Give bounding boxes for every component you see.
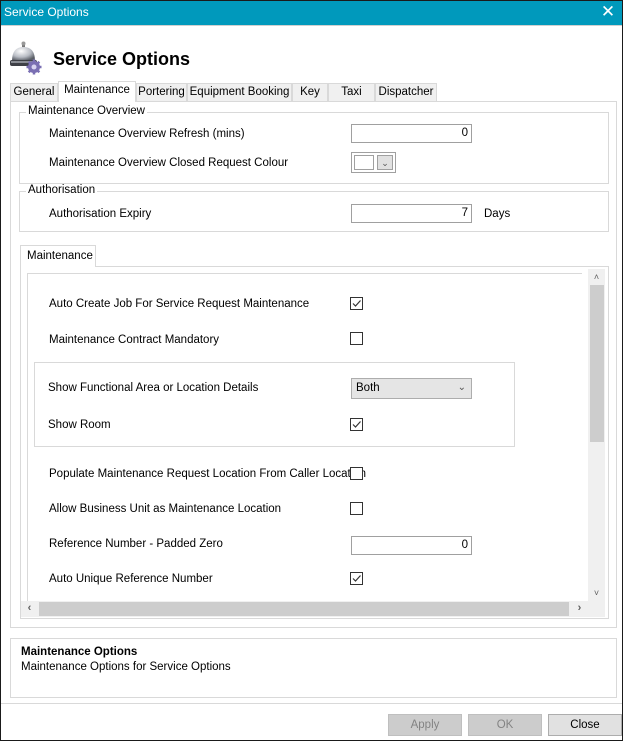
closed-request-colour-label: Maintenance Overview Closed Request Colo… bbox=[49, 157, 289, 169]
ref-padded-zero-input[interactable]: 0 bbox=[351, 536, 472, 555]
auto-create-job-label: Auto Create Job For Service Request Main… bbox=[49, 298, 310, 310]
show-functional-area-value: Both bbox=[356, 382, 380, 394]
close-icon[interactable]: ✕ bbox=[598, 2, 618, 22]
closed-request-colour-picker[interactable]: ⌄ bbox=[351, 152, 396, 173]
show-functional-area-select[interactable]: Both ⌄ bbox=[351, 378, 472, 399]
populate-location-checkbox[interactable] bbox=[350, 467, 363, 480]
scroll-left-icon[interactable]: ‹ bbox=[21, 601, 38, 617]
authorisation-expiry-label: Authorisation Expiry bbox=[49, 208, 152, 220]
contract-mandatory-label: Maintenance Contract Mandatory bbox=[49, 334, 220, 346]
title-separator bbox=[1, 25, 622, 26]
auto-unique-ref-label: Auto Unique Reference Number bbox=[49, 573, 213, 585]
show-room-label: Show Room bbox=[48, 419, 111, 431]
vertical-scrollbar[interactable]: ˄ ˅ bbox=[588, 269, 605, 601]
apply-button[interactable]: Apply bbox=[388, 714, 462, 736]
description-panel: Maintenance Options Maintenance Options … bbox=[10, 638, 617, 698]
maintenance-overview-legend: Maintenance Overview bbox=[26, 105, 147, 117]
chevron-down-icon: ⌄ bbox=[457, 382, 466, 393]
tab-maintenance[interactable]: Maintenance bbox=[58, 81, 136, 102]
service-options-dialog: Service Options ✕ Service Options Mainte… bbox=[0, 0, 623, 741]
horizontal-scrollbar[interactable]: ‹ › bbox=[21, 601, 588, 617]
allow-business-unit-label: Allow Business Unit as Maintenance Locat… bbox=[49, 503, 282, 515]
description-title: Maintenance Options bbox=[21, 646, 138, 658]
scroll-up-icon[interactable]: ˄ bbox=[588, 269, 605, 285]
show-room-checkbox[interactable] bbox=[350, 418, 363, 431]
checkmark-icon bbox=[352, 300, 361, 307]
page-title: Service Options bbox=[53, 49, 191, 69]
scroll-down-icon[interactable]: ˅ bbox=[588, 585, 605, 601]
colour-swatch bbox=[354, 155, 374, 170]
auto-unique-ref-checkbox[interactable] bbox=[350, 572, 363, 585]
title-bar: Service Options ✕ bbox=[1, 1, 622, 25]
maintenance-overview-group: Maintenance Overview bbox=[19, 105, 609, 184]
contract-mandatory-checkbox[interactable] bbox=[350, 332, 363, 345]
tab-portering[interactable]: Portering bbox=[136, 83, 187, 101]
authorisation-expiry-unit: Days bbox=[484, 208, 511, 220]
allow-business-unit-checkbox[interactable] bbox=[350, 502, 363, 515]
ok-button[interactable]: OK bbox=[468, 714, 542, 736]
window-title: Service Options bbox=[4, 5, 89, 19]
overview-refresh-label: Maintenance Overview Refresh (mins) bbox=[49, 128, 245, 140]
authorisation-expiry-input[interactable]: 7 bbox=[351, 204, 472, 223]
overview-refresh-input[interactable]: 0 bbox=[351, 124, 472, 143]
horizontal-scroll-thumb[interactable] bbox=[39, 602, 569, 616]
tab-general[interactable]: General bbox=[10, 83, 58, 101]
location-options-group bbox=[34, 362, 515, 447]
service-bell-gear-icon bbox=[9, 41, 43, 75]
tab-key[interactable]: Key bbox=[292, 83, 328, 101]
authorisation-legend: Authorisation bbox=[26, 184, 98, 196]
checkmark-icon bbox=[352, 575, 361, 582]
vertical-scroll-thumb[interactable] bbox=[590, 285, 604, 442]
subtab-maintenance[interactable]: Maintenance bbox=[20, 245, 96, 267]
show-functional-area-label: Show Functional Area or Location Details bbox=[48, 382, 259, 394]
auto-create-job-checkbox[interactable] bbox=[350, 297, 363, 310]
tab-equipment-booking[interactable]: Equipment Booking bbox=[187, 83, 292, 101]
description-text: Maintenance Options for Service Options bbox=[21, 661, 231, 673]
tab-taxi[interactable]: Taxi bbox=[328, 83, 375, 101]
populate-location-label: Populate Maintenance Request Location Fr… bbox=[49, 468, 367, 480]
checkmark-icon bbox=[352, 421, 361, 428]
chevron-down-icon[interactable]: ⌄ bbox=[377, 155, 393, 170]
footer-separator bbox=[1, 703, 622, 704]
ref-padded-zero-label: Reference Number - Padded Zero bbox=[49, 538, 223, 550]
tab-dispatcher[interactable]: Dispatcher bbox=[375, 83, 437, 101]
close-button[interactable]: Close bbox=[548, 714, 622, 736]
scrollbar-corner bbox=[588, 601, 605, 617]
scroll-right-icon[interactable]: › bbox=[571, 601, 588, 617]
